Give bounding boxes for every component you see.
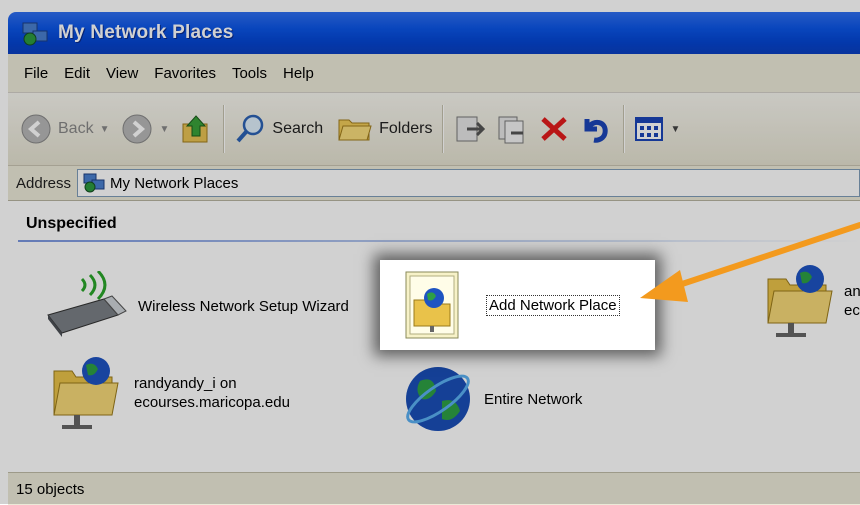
list-item-add-network-place[interactable]: Add Network Place — [400, 266, 620, 344]
copy-to-icon[interactable] — [495, 113, 529, 145]
globe-icon — [406, 367, 470, 431]
toolbar: Back ▼ ▼ Search Folders ▼ — [8, 93, 860, 166]
network-places-icon — [83, 173, 105, 193]
views-dropdown-icon[interactable]: ▼ — [670, 124, 680, 135]
toolbar-separator — [223, 105, 225, 153]
item-label: Entire Network — [484, 390, 583, 408]
back-dropdown-icon[interactable]: ▼ — [100, 124, 110, 135]
move-to-icon[interactable] — [453, 113, 487, 145]
address-label: Address — [16, 174, 72, 192]
forward-dropdown-icon[interactable]: ▼ — [159, 124, 169, 135]
menu-file[interactable]: File — [24, 65, 48, 82]
add-network-place-icon — [405, 271, 459, 339]
menu-help[interactable]: Help — [283, 65, 314, 82]
item-label-line2: ecourses.maricopa.edu — [134, 394, 290, 411]
group-divider — [18, 240, 860, 242]
menu-view[interactable]: View — [106, 65, 138, 82]
list-item-entire-network[interactable]: Entire Network — [400, 361, 582, 437]
views-icon[interactable] — [634, 115, 664, 143]
network-folder-icon — [767, 265, 833, 337]
menu-bar: File Edit View Favorites Tools Help — [8, 54, 860, 93]
menu-favorites[interactable]: Favorites — [154, 65, 216, 82]
forward-button[interactable] — [121, 113, 153, 145]
title-bar: My Network Places — [8, 12, 860, 54]
explorer-window: My Network Places File Edit View Favorit… — [0, 0, 860, 505]
item-label-line1: randyandy_i on — [134, 375, 237, 392]
folders-label: Folders — [379, 120, 433, 137]
list-item-network-share-partial[interactable]: an ec — [764, 261, 860, 341]
folders-icon — [338, 119, 372, 141]
item-label-line1: an — [844, 283, 860, 300]
search-button[interactable]: Search — [234, 113, 323, 145]
item-label: Wireless Network Setup Wizard — [138, 297, 349, 315]
menu-edit[interactable]: Edit — [64, 65, 90, 82]
delete-icon[interactable] — [537, 113, 571, 145]
list-item-wireless-wizard[interactable]: Wireless Network Setup Wizard — [38, 271, 349, 341]
back-arrow-icon — [21, 114, 51, 144]
undo-icon[interactable] — [579, 113, 613, 145]
item-label-line2: ec — [844, 302, 860, 319]
toolbar-separator — [442, 105, 444, 153]
address-bar: Address My Network Places — [8, 166, 860, 201]
window-title: My Network Places — [58, 22, 234, 43]
item-label-multiline: an ec — [844, 282, 860, 320]
address-value: My Network Places — [110, 174, 239, 192]
status-text: 15 objects — [16, 480, 85, 498]
search-label: Search — [272, 120, 324, 137]
status-bar: 15 objects — [8, 472, 860, 505]
group-header: Unspecified — [26, 215, 117, 232]
item-label: Add Network Place — [486, 294, 620, 316]
search-icon — [236, 114, 264, 143]
network-places-icon — [22, 22, 48, 46]
list-item-network-share[interactable]: randyandy_i on ecourses.maricopa.edu — [50, 353, 290, 433]
folders-button[interactable]: Folders — [337, 114, 432, 144]
menu-tools[interactable]: Tools — [232, 65, 267, 82]
network-folder-icon — [53, 357, 119, 429]
wireless-usb-icon — [47, 271, 127, 337]
toolbar-separator — [623, 105, 625, 153]
forward-arrow-icon — [122, 114, 152, 144]
item-label-multiline: randyandy_i on ecourses.maricopa.edu — [134, 374, 290, 412]
back-button[interactable]: Back — [20, 113, 94, 145]
address-field[interactable]: My Network Places — [77, 169, 860, 197]
up-folder-icon[interactable] — [179, 112, 213, 146]
back-label: Back — [58, 120, 94, 137]
